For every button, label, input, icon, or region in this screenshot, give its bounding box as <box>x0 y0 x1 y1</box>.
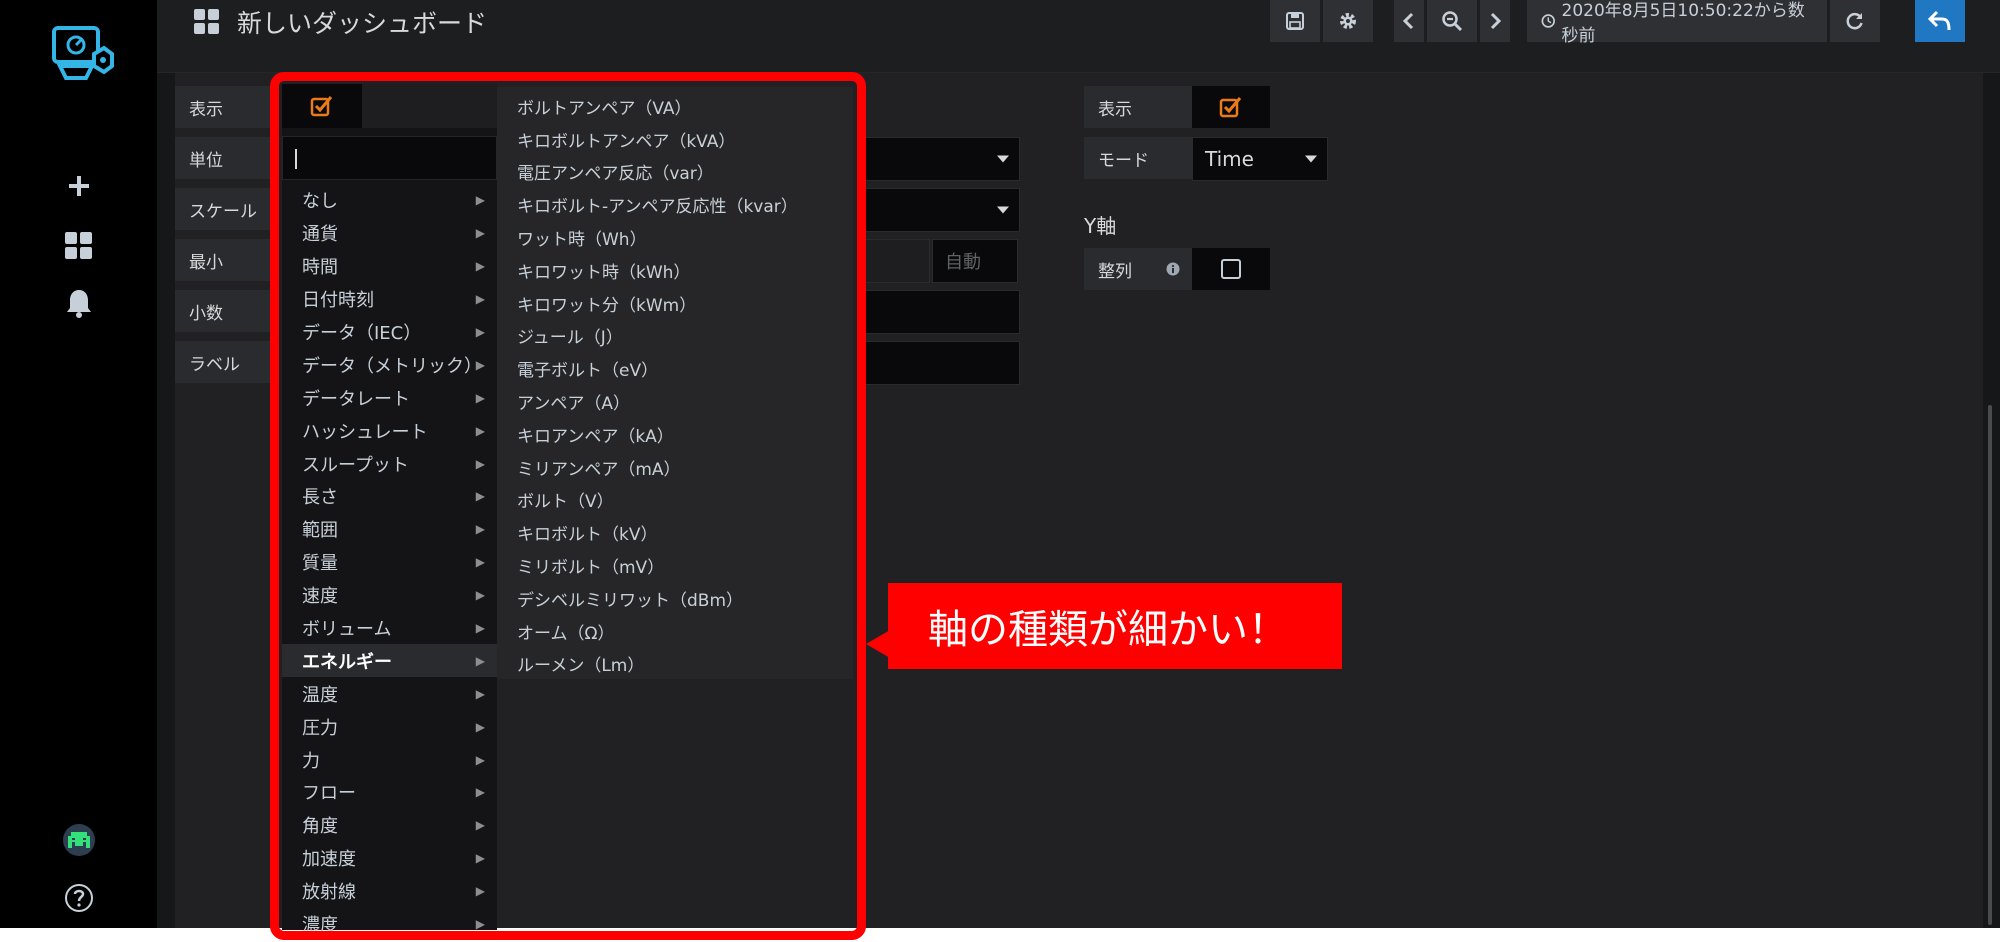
left-y-show-label: 表示 <box>175 86 270 128</box>
chevron-right-icon <box>1490 12 1502 30</box>
alerting-bell-icon[interactable] <box>59 283 99 323</box>
user-avatar[interactable] <box>59 820 99 860</box>
time-picker-button[interactable]: 2020年8月5日10:50:22から数秒前 <box>1527 0 1827 46</box>
scale-select[interactable] <box>860 188 1020 232</box>
label-input[interactable] <box>860 341 1020 385</box>
return-arrow-icon <box>1928 10 1951 31</box>
info-icon[interactable] <box>1166 262 1180 276</box>
check-icon <box>1219 97 1242 118</box>
decimals-input[interactable] <box>860 290 1020 334</box>
caret-down-icon <box>997 155 1009 163</box>
page-scrollbar[interactable] <box>1988 405 1992 925</box>
unit-label: 単位 <box>175 137 270 179</box>
unit-select[interactable] <box>860 137 1020 181</box>
dashboard-navbar: 新しいダッシュボード 2020年8月5日10:50:22から数秒前 <box>157 0 2000 73</box>
create-plus-icon[interactable] <box>59 166 99 206</box>
clock-icon <box>1541 14 1555 28</box>
settings-button[interactable] <box>1323 0 1373 42</box>
scale-label: スケール <box>175 188 270 230</box>
x-axis-show-checkbox[interactable] <box>1192 86 1270 128</box>
y-align-checkbox[interactable] <box>1192 248 1270 290</box>
x-axis-show-label: 表示 <box>1084 86 1192 128</box>
y-axes-section-title: Y軸 <box>1084 214 1117 238</box>
annotation-callout: 軸の種類が細かい！ <box>888 583 1342 669</box>
axis-label-label: ラベル <box>175 341 270 383</box>
annotation-callout-tail <box>866 630 890 658</box>
annotation-highlight-frame <box>270 72 866 940</box>
mode-value: Time <box>1205 147 1254 171</box>
caret-down-icon <box>1305 155 1317 163</box>
time-range-text: 2020年8月5日10:50:22から数秒前 <box>1561 1 1805 46</box>
zoom-out-icon <box>1442 11 1463 32</box>
max-input[interactable]: 自動 <box>932 239 1018 283</box>
dashboard-title[interactable]: 新しいダッシュボード <box>237 4 487 40</box>
min-label: 最小 <box>175 239 270 281</box>
back-to-dashboard-button[interactable] <box>1915 0 1965 42</box>
x-axis-mode-select[interactable]: Time <box>1192 137 1328 181</box>
dashboard-grid-icon <box>193 8 221 36</box>
empty-checkbox-icon <box>1221 259 1241 279</box>
max-label-cell <box>860 239 930 283</box>
grafana-logo-icon[interactable] <box>46 22 116 84</box>
y-align-label: 整列 <box>1084 248 1192 290</box>
decimals-label: 小数 <box>175 290 270 332</box>
x-axis-mode-label: モード <box>1084 137 1192 179</box>
save-dashboard-button[interactable] <box>1270 0 1320 42</box>
gear-icon <box>1340 13 1356 29</box>
refresh-button[interactable] <box>1830 0 1880 42</box>
help-question-icon[interactable] <box>59 878 99 918</box>
chevron-left-icon <box>1402 12 1414 30</box>
time-shift-back-button[interactable] <box>1394 0 1424 42</box>
refresh-icon <box>1846 12 1863 30</box>
side-menu <box>0 0 157 928</box>
dashboards-grid-icon[interactable] <box>59 226 99 266</box>
caret-down-icon <box>997 206 1009 214</box>
time-shift-forward-button[interactable] <box>1480 0 1510 42</box>
save-icon <box>1286 12 1304 30</box>
y-align-label-text: 整列 <box>1098 261 1132 282</box>
zoom-out-button[interactable] <box>1427 0 1477 42</box>
